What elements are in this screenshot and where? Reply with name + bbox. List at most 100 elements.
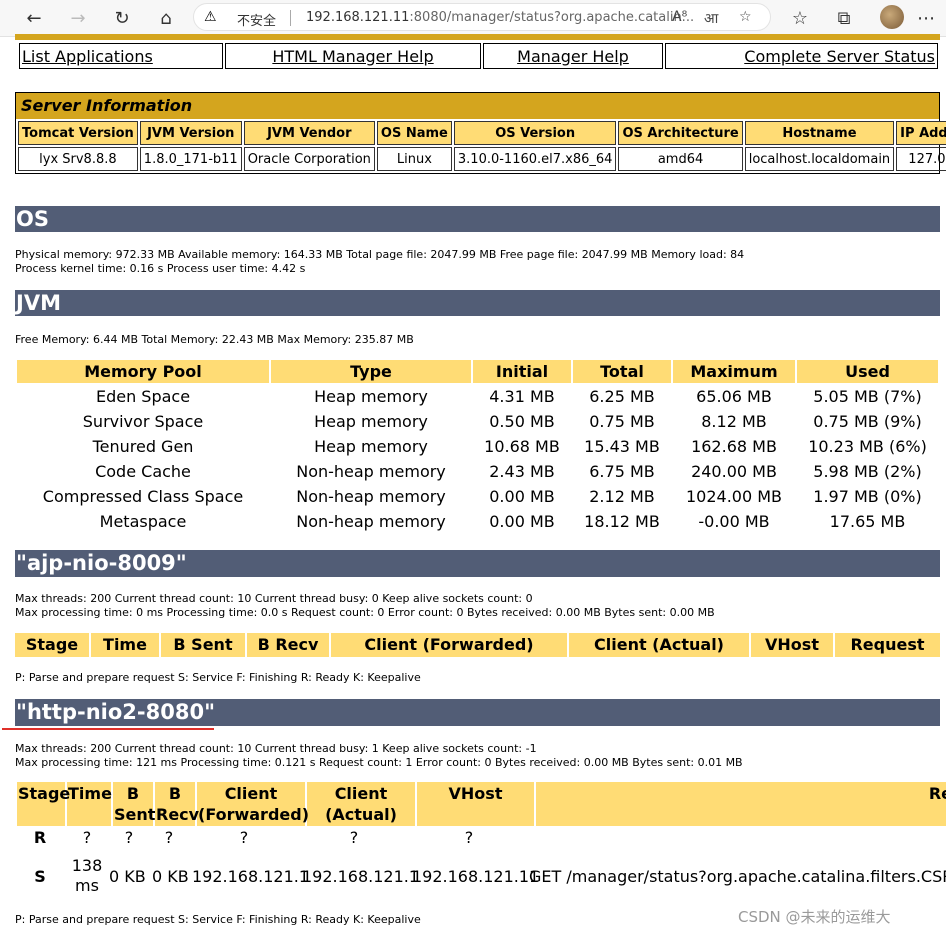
pool-initial: 4.31 MB: [489, 387, 555, 406]
os-architecture: amd64: [618, 147, 743, 171]
col-stage: Stage: [17, 782, 70, 826]
ajp-processing-line: Max processing time: 0 ms Processing tim…: [15, 606, 715, 619]
header-jvm-vendor: JVM Vendor: [243, 121, 375, 145]
profile-avatar[interactable]: [880, 5, 904, 29]
pool-type: Heap memory: [314, 387, 428, 406]
url-text[interactable]: 192.168.121.11:8080/manager/status?org.a…: [306, 10, 694, 25]
pool-used: 1.97 MB (0%): [813, 487, 922, 506]
pool-name: Compressed Class Space: [42, 487, 244, 506]
table-row: Tenured Gen Heap memory 10.68 MB 15.43 MB 16…: [17, 435, 938, 458]
security-label: 不安全: [237, 14, 277, 29]
header-hostname: Hostname: [744, 121, 895, 145]
home-icon[interactable]: ⌂: [152, 4, 180, 32]
pool-used: 17.65 MB: [829, 512, 906, 531]
col-bytes-sent: B Sent: [113, 782, 156, 826]
address-bar[interactable]: ⚠ 不安全 192.168.121.11:8080/manager/status…: [193, 3, 771, 31]
header-type: Type: [271, 360, 471, 383]
table-row: Code Cache Non-heap memory 2.43 MB 6.75 MB 2…: [17, 460, 938, 483]
complete-server-status-link[interactable]: Complete Server Status: [744, 47, 935, 66]
pool-type: Heap memory: [314, 412, 428, 431]
header-used: Used: [797, 360, 938, 383]
col-vhost: VHost: [765, 635, 819, 654]
os-process-time-line: Process kernel time: 0.16 s Process user…: [15, 262, 306, 275]
table-row: Metaspace Non-heap memory 0.00 MB 18.12 MB -…: [17, 510, 938, 533]
manager-links: List Applications HTML Manager Help Mana…: [17, 43, 940, 69]
header-os-version: OS Version: [453, 121, 617, 145]
http-connector-heading: "http-nio2-8080": [15, 699, 940, 726]
manager-header-strip: [15, 34, 940, 40]
pool-maximum: -0.00 MB: [698, 512, 770, 531]
pool-maximum: 162.68 MB: [691, 437, 777, 456]
table-row: Compressed Class Space Non-heap memory 0.0…: [17, 485, 938, 508]
pool-name: Metaspace: [99, 512, 187, 531]
back-icon[interactable]: ←: [20, 4, 48, 32]
red-underline-annotation: [2, 728, 214, 730]
browser-toolbar: ← → ↻ ⌂ ⚠ 不安全 192.168.121.11:8080/manage…: [0, 0, 946, 37]
col-client-forwarded: Client (Forwarded): [364, 635, 534, 654]
table-row: Eden Space Heap memory 4.31 MB 6.25 MB 65.06…: [17, 385, 938, 408]
pool-initial: 10.68 MB: [484, 437, 560, 456]
time-cell: ?: [82, 828, 92, 847]
client-forwarded-cell: 192.168.121.1: [192, 867, 310, 886]
col-request: Request: [850, 635, 925, 654]
http-threads-line: Max threads: 200 Current thread count: 1…: [15, 742, 537, 755]
ajp-request-columns: Stage Time B Sent B Recv Client (Forward…: [15, 633, 940, 657]
pool-total: 15.43 MB: [584, 437, 660, 456]
ajp-connector-heading: "ajp-nio-8009": [15, 550, 940, 577]
client-forwarded-cell: ?: [239, 828, 249, 847]
vhost-cell: 192.168.121.11: [412, 867, 540, 886]
http-stage-legend: P: Parse and prepare request S: Service …: [15, 913, 421, 926]
bytes-recv-cell: 0 KB: [152, 867, 189, 886]
header-os-architecture: OS Architecture: [618, 121, 743, 145]
manager-help-link[interactable]: Manager Help: [517, 47, 629, 66]
ajp-stage-legend: P: Parse and prepare request S: Service …: [15, 671, 421, 684]
pool-type: Non-heap memory: [296, 462, 446, 481]
pool-total: 2.12 MB: [589, 487, 655, 506]
jvm-version: 1.8.0_171-b11: [139, 147, 242, 171]
server-information-title: Server Information: [16, 93, 939, 119]
forward-icon[interactable]: →: [64, 4, 92, 32]
pool-initial: 0.00 MB: [489, 512, 555, 531]
url-host: 192.168.121.11: [306, 10, 410, 25]
pool-total: 18.12 MB: [584, 512, 660, 531]
hostname: localhost.localdomain: [744, 147, 895, 171]
refresh-icon[interactable]: ↻: [108, 4, 136, 32]
table-row: Survivor Space Heap memory 0.50 MB 0.75 MB 8…: [17, 410, 938, 433]
list-applications-link[interactable]: List Applications: [22, 47, 153, 66]
jvm-heading: JVM: [15, 290, 940, 316]
pool-maximum: 1024.00 MB: [685, 487, 783, 506]
header-total: Total: [573, 360, 671, 383]
favorites-icon[interactable]: ☆: [786, 4, 814, 32]
pool-initial: 0.50 MB: [489, 412, 555, 431]
read-aloud-icon[interactable]: A⁸: [672, 9, 687, 25]
favorite-add-icon[interactable]: ☆: [739, 9, 752, 25]
pool-name: Eden Space: [95, 387, 191, 406]
more-menu-icon[interactable]: ⋯: [912, 4, 940, 32]
stage-cell: S: [34, 867, 46, 886]
pool-used: 0.75 MB (9%): [813, 412, 922, 431]
jvm-vendor: Oracle Corporation: [243, 147, 375, 171]
time-cell: 138 ms: [71, 856, 103, 895]
pool-name: Code Cache: [95, 462, 191, 481]
pool-maximum: 240.00 MB: [691, 462, 777, 481]
http-processing-line: Max processing time: 121 ms Processing t…: [15, 756, 743, 769]
html-manager-help-link[interactable]: HTML Manager Help: [272, 47, 433, 66]
collections-icon[interactable]: ⧉: [830, 4, 858, 32]
col-bytes-sent: B Sent: [173, 635, 233, 654]
pool-used: 5.05 MB (7%): [813, 387, 922, 406]
pool-total: 6.25 MB: [589, 387, 655, 406]
translate-icon[interactable]: आ: [704, 9, 718, 28]
ip-address: 127.0.0.1: [896, 147, 946, 171]
col-client-actual: Client (Actual): [307, 782, 415, 826]
memory-pool-table: Memory Pool Type Initial Total Maximum U…: [15, 358, 940, 535]
pool-type: Non-heap memory: [296, 512, 446, 531]
ajp-threads-line: Max threads: 200 Current thread count: 1…: [15, 592, 533, 605]
pool-name: Tenured Gen: [92, 437, 194, 456]
warning-icon: ⚠: [204, 9, 217, 25]
col-bytes-recv: B Recv: [257, 635, 319, 654]
pool-total: 0.75 MB: [589, 412, 655, 431]
header-jvm-version: JVM Version: [139, 121, 242, 145]
address-separator: [290, 10, 291, 26]
header-tomcat-version: Tomcat Version: [18, 121, 138, 145]
pool-initial: 2.43 MB: [489, 462, 555, 481]
